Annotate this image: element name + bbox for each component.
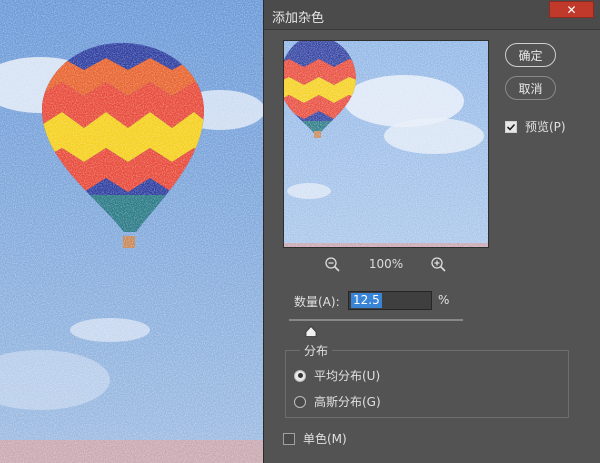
preview-image xyxy=(284,41,488,247)
zoom-out-button[interactable] xyxy=(324,256,342,274)
radio-gaussian[interactable]: 高斯分布(G) xyxy=(294,393,381,410)
zoom-in-button[interactable] xyxy=(430,256,448,274)
zoom-controls: 100% xyxy=(283,254,489,276)
cancel-button[interactable]: 取消 xyxy=(505,76,556,100)
zoom-out-icon xyxy=(325,257,340,272)
radio-uniform-circle[interactable] xyxy=(294,369,306,382)
amount-row: 数量(A): 12.5 % xyxy=(294,291,474,311)
radio-uniform[interactable]: 平均分布(U) xyxy=(294,367,380,384)
preview-checkbox-box[interactable] xyxy=(505,120,517,133)
preview-window[interactable] xyxy=(283,40,489,248)
amount-slider-thumb[interactable] xyxy=(305,322,317,337)
preview-checkbox[interactable]: 预览(P) xyxy=(505,118,566,135)
amount-slider-track[interactable] xyxy=(289,319,463,321)
amount-value: 12.5 xyxy=(351,293,382,308)
preview-label: 预览(P) xyxy=(525,120,566,134)
amount-label: 数量(A): xyxy=(294,295,340,309)
amount-unit: % xyxy=(438,293,450,307)
slider-thumb-icon xyxy=(305,325,317,337)
distribution-legend: 分布 xyxy=(300,342,333,359)
zoom-in-icon xyxy=(431,257,446,272)
distribution-group: 分布 平均分布(U) 高斯分布(G) xyxy=(285,342,569,418)
monochromatic-checkbox-box[interactable] xyxy=(283,432,295,445)
radio-selected-dot xyxy=(297,373,303,378)
close-button[interactable]: ✕ xyxy=(549,1,594,18)
monochromatic-checkbox[interactable]: 单色(M) xyxy=(283,430,347,447)
checkmark-icon xyxy=(506,123,516,131)
zoom-level: 100% xyxy=(368,257,404,271)
radio-uniform-label: 平均分布(U) xyxy=(314,369,381,383)
close-icon: ✕ xyxy=(566,2,577,17)
dialog-title: 添加杂色 xyxy=(272,11,325,26)
dialog-titlebar[interactable]: 添加杂色 ✕ xyxy=(264,0,600,30)
monochromatic-label: 单色(M) xyxy=(303,432,347,446)
add-noise-dialog: 添加杂色 ✕ 100% 确定 取消 预览(P) 数量(A): 12.5 % 分布… xyxy=(263,0,600,463)
ok-button[interactable]: 确定 xyxy=(505,43,556,67)
radio-gaussian-circle[interactable] xyxy=(294,395,306,408)
radio-gaussian-label: 高斯分布(G) xyxy=(314,395,381,409)
amount-input[interactable]: 12.5 xyxy=(348,291,432,310)
